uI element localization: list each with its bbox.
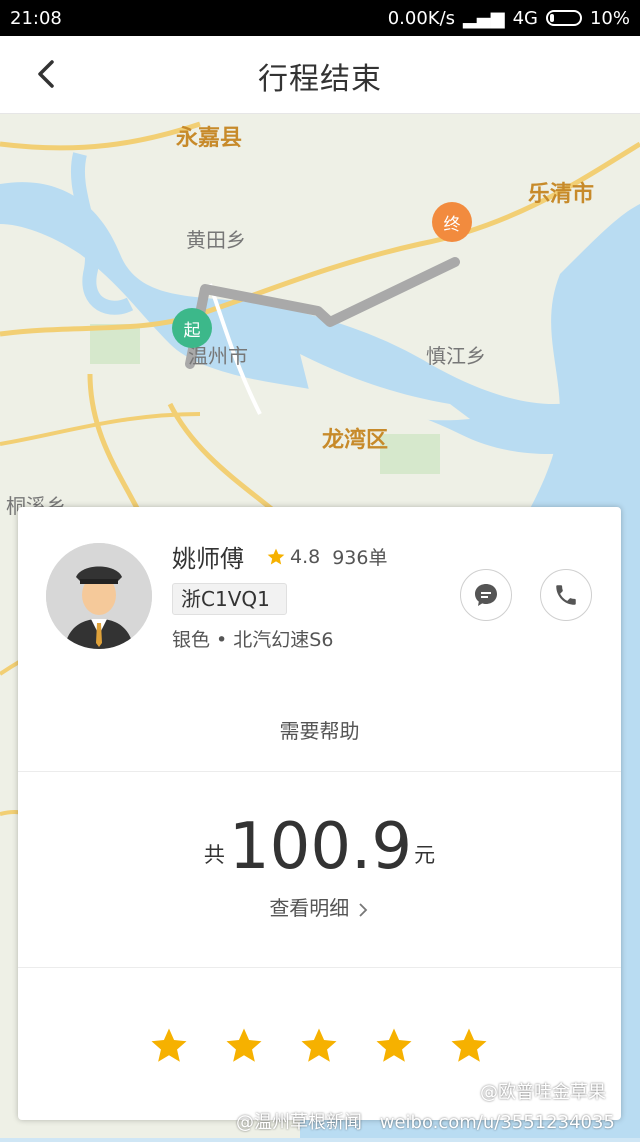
map-label-huangtian: 黄田乡 xyxy=(186,228,246,252)
driver-rating: 4.8 936单 xyxy=(266,543,387,570)
fare-prefix: 共 xyxy=(203,843,225,867)
map-label-qinjiang: 慎江乡 xyxy=(426,344,486,368)
nav-bar: 行程结束 xyxy=(0,36,640,114)
message-button[interactable] xyxy=(460,569,512,621)
order-count: 936单 xyxy=(332,547,388,569)
end-pin-label: 终 xyxy=(443,214,461,235)
map-label-longwan: 龙湾区 xyxy=(322,428,389,453)
battery-level: 10% xyxy=(589,7,630,29)
fare-total: 共 100.9 元 xyxy=(18,815,621,879)
end-pin: 终 xyxy=(432,202,472,242)
trip-card: 姚师傅 4.8 936单 浙C1VQ1 银色 • 北汽幻速S6 需要帮助 共 1… xyxy=(18,507,621,1120)
rating-star-icon xyxy=(267,548,285,564)
star-icon-1[interactable] xyxy=(148,1025,190,1067)
fare-detail-link[interactable]: 查看明细 xyxy=(18,892,621,921)
watermark-source: @温州草根新闻 weibo.com/u/3551234035 xyxy=(236,1108,615,1134)
help-link[interactable]: 需要帮助 xyxy=(18,715,621,744)
start-pin-label: 起 xyxy=(183,320,201,341)
fare-unit: 元 xyxy=(414,843,436,867)
chevron-right-icon xyxy=(359,902,367,917)
star-icon-3[interactable] xyxy=(298,1025,340,1067)
rating-value: 4.8 xyxy=(290,545,321,568)
network-speed: 0.00K/s xyxy=(387,7,456,29)
watermark-source-text: @温州草根新闻 xyxy=(236,1112,362,1133)
divider xyxy=(18,967,621,968)
fare-amount: 100.9 xyxy=(228,810,413,884)
fare-detail-label: 查看明细 xyxy=(269,896,350,920)
watermark-url-text: weibo.com/u/3551234035 xyxy=(379,1112,615,1133)
rating-stars xyxy=(148,1025,490,1067)
start-pin: 起 xyxy=(172,308,212,348)
star-icon-5[interactable] xyxy=(448,1025,490,1067)
driver-avatar-icon xyxy=(46,543,152,649)
call-button[interactable] xyxy=(540,569,592,621)
star-icon-4[interactable] xyxy=(373,1025,415,1067)
status-right: 0.00K/s ▂▄▆ 4G 10% xyxy=(388,8,630,29)
map-label-yongjia: 永嘉县 xyxy=(176,126,243,151)
driver-name: 姚师傅 xyxy=(172,545,244,573)
status-time: 21:08 xyxy=(10,7,62,29)
star-icon-2[interactable] xyxy=(223,1025,265,1067)
network-type: 4G xyxy=(512,7,538,29)
battery-icon xyxy=(545,10,582,26)
phone-icon xyxy=(556,585,576,605)
page-title: 行程结束 xyxy=(258,62,382,97)
message-icon xyxy=(475,584,497,606)
driver-avatar xyxy=(46,543,152,649)
map-label-yueqing: 乐清市 xyxy=(528,182,595,207)
watermark-weibo-text: @欧普哇金草果 xyxy=(480,1082,606,1103)
car-info: 银色 • 北汽幻速S6 xyxy=(172,629,334,651)
license-plate: 浙C1VQ1 xyxy=(172,583,287,615)
divider xyxy=(18,771,621,772)
watermark-weibo: @欧普哇金草果 xyxy=(480,1078,606,1104)
status-bar: 21:08 0.00K/s ▂▄▆ 4G 10% xyxy=(0,0,640,36)
signal-icon: ▂▄▆ xyxy=(463,7,505,29)
